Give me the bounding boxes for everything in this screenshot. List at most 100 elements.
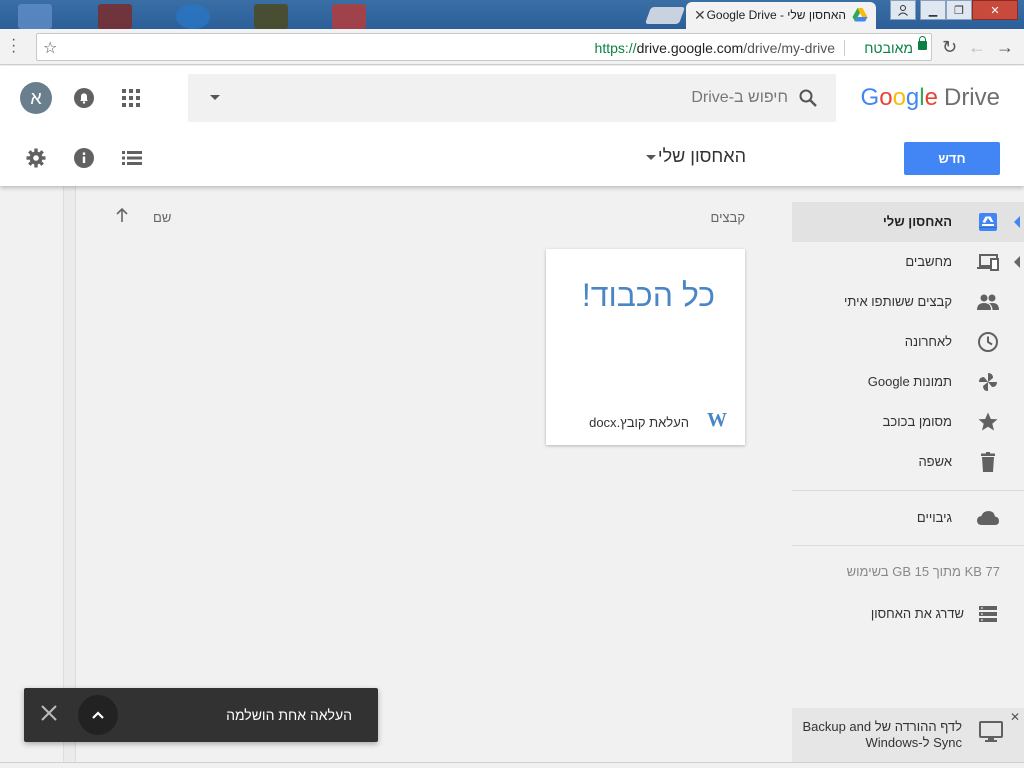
back-arrow-icon[interactable]: → xyxy=(996,37,1014,58)
background-app-thumb xyxy=(18,4,52,29)
tab-close-icon[interactable]: ✕ xyxy=(694,7,706,24)
list-view-icon[interactable] xyxy=(122,150,142,166)
google-drive-favicon-icon xyxy=(852,8,868,22)
cloud-icon xyxy=(977,511,999,525)
sidebar-item-computers[interactable]: מחשבים xyxy=(792,242,1024,282)
computers-icon xyxy=(977,254,999,271)
new-tab-button[interactable] xyxy=(644,7,686,24)
minimize-button[interactable]: ▁ xyxy=(920,0,946,20)
search-box xyxy=(188,74,836,122)
word-document-icon: W xyxy=(707,409,727,431)
sidebar-item-label: מסומן בכוכב xyxy=(882,414,952,429)
browser-tab-drive[interactable]: האחסון שלי - Google Drive ✕ xyxy=(686,2,876,29)
secure-label[interactable]: מאובטח xyxy=(864,40,913,56)
left-gutter xyxy=(0,186,64,768)
sort-arrow-up-icon[interactable] xyxy=(114,206,130,224)
sidebar-item-shared-with-me[interactable]: קבצים ששותפו איתי xyxy=(792,282,1024,322)
sidebar-item-trash[interactable]: אשפה xyxy=(792,442,1024,482)
google-drive-logo[interactable]: Google Drive xyxy=(861,84,1000,112)
desktop-monitor-icon xyxy=(979,721,1003,742)
star-icon xyxy=(978,412,998,431)
notifications-bell-icon[interactable] xyxy=(74,88,94,108)
sidebar-item-label: לאחרונה xyxy=(904,334,952,349)
sidebar-item-label: תמונות Google xyxy=(867,374,952,389)
file-preview-text: כל הכבוד! xyxy=(581,277,715,313)
apps-grid-icon[interactable] xyxy=(122,89,140,107)
storage-stack-icon xyxy=(979,606,997,622)
clock-icon xyxy=(978,332,998,352)
search-icon[interactable] xyxy=(798,88,818,108)
sidebar-item-my-drive[interactable]: האחסון שלי xyxy=(792,202,1024,242)
search-input[interactable] xyxy=(328,86,788,110)
url-scheme: https:// xyxy=(594,40,637,56)
url-path: /drive/my-drive xyxy=(743,40,835,56)
logo-google-text: Google xyxy=(860,84,938,111)
file-name: העלאת קובץ.docx xyxy=(589,415,689,430)
omnibox[interactable]: ☆ https://drive.google.com/drive/my-driv… xyxy=(36,33,932,61)
sidebar-item-google-photos[interactable]: תמונות Google xyxy=(792,362,1024,402)
my-drive-icon xyxy=(979,213,997,231)
breadcrumb[interactable]: האחסון שלי xyxy=(658,146,746,167)
snackbar-text: העלאה אחת הושלמה xyxy=(226,707,352,723)
files-section-label: קבצים xyxy=(710,210,745,225)
upgrade-storage-link[interactable]: שדרג את האחסון xyxy=(792,594,1024,634)
upload-complete-snackbar: העלאה אחת הושלמה xyxy=(24,688,378,742)
sidebar-item-label: קבצים ששותפו איתי xyxy=(844,294,952,309)
new-button[interactable]: חדש xyxy=(904,142,1000,175)
url-host: drive.google.com xyxy=(636,40,744,56)
file-card[interactable]: כל הכבוד! W העלאת קובץ.docx xyxy=(546,249,745,445)
sidebar-item-starred[interactable]: מסומן בכוכב xyxy=(792,402,1024,442)
background-app-thumb xyxy=(254,4,288,29)
sidebar-item-label: אשפה xyxy=(918,454,952,469)
expand-arrow-icon[interactable] xyxy=(1014,216,1020,228)
name-column-header[interactable]: שם xyxy=(153,210,171,225)
address-bar-row: · · · ☆ https://drive.google.com/drive/my-… xyxy=(0,29,1024,65)
tab-title: האחסון שלי - Google Drive xyxy=(706,8,846,22)
storage-usage-text: 77 KB מתוך 15 GB בשימוש xyxy=(846,564,1000,579)
lock-icon xyxy=(918,36,927,50)
sidebar-divider xyxy=(792,545,1024,546)
promo-close-icon[interactable]: ✕ xyxy=(1010,710,1020,724)
settings-gear-icon[interactable] xyxy=(26,148,46,168)
sidebar-item-label: האחסון שלי xyxy=(882,214,952,229)
sidebar-item-recent[interactable]: לאחרונה xyxy=(792,322,1024,362)
url-text[interactable]: https://drive.google.com/drive/my-drive xyxy=(595,40,835,56)
details-pane-edge xyxy=(64,186,76,768)
upgrade-storage-label: שדרג את האחסון xyxy=(870,606,964,621)
sidebar-divider xyxy=(792,490,1024,491)
info-icon[interactable] xyxy=(74,148,94,168)
close-window-button[interactable]: ✕ xyxy=(972,0,1018,20)
backup-sync-promo[interactable]: לדף ההורדה של Backup and Sync ל-Windows … xyxy=(792,708,1024,762)
close-icon[interactable] xyxy=(38,702,60,724)
trash-icon xyxy=(981,452,995,472)
sidebar: האחסון שלי מחשבים קבצים ששותפו איתי לאחר… xyxy=(792,186,1024,768)
photos-pinwheel-icon xyxy=(979,373,997,391)
browser-tab-strip: האחסון שלי - Google Drive ✕ ▁ ❐ ✕ xyxy=(0,0,1024,29)
sidebar-item-label: מחשבים xyxy=(905,254,952,269)
background-app-thumb xyxy=(332,4,366,29)
breadcrumb-dropdown-icon[interactable] xyxy=(646,155,656,160)
drive-header: GoogleDrive א חדש האחסון שלי xyxy=(0,66,1024,186)
background-app-thumb xyxy=(98,4,132,29)
shared-people-icon xyxy=(977,294,999,310)
logo-drive-text: Drive xyxy=(943,84,1000,111)
restore-button[interactable]: ❐ xyxy=(946,0,972,20)
background-app-thumb xyxy=(176,4,210,29)
snackbar-expand-button[interactable] xyxy=(78,695,118,735)
chevron-up-icon xyxy=(92,711,104,719)
sidebar-item-backups[interactable]: גיבויים xyxy=(792,498,1024,538)
sidebar-item-label: גיבויים xyxy=(916,510,952,525)
forward-arrow-icon[interactable]: ← xyxy=(968,37,986,58)
search-options-dropdown-icon[interactable] xyxy=(210,95,220,100)
promo-text[interactable]: לדף ההורדה של Backup and Sync ל-Windows xyxy=(802,719,962,751)
window-bottom-edge xyxy=(0,762,1024,768)
bookmark-star-icon[interactable]: ☆ xyxy=(43,38,57,58)
expand-arrow-icon[interactable] xyxy=(1014,256,1020,268)
avatar[interactable]: א xyxy=(20,82,52,114)
person-icon xyxy=(898,5,908,16)
omnibox-divider xyxy=(844,40,845,56)
browser-menu-icon[interactable]: · · · xyxy=(11,32,16,60)
user-profile-button[interactable] xyxy=(890,0,916,20)
reload-icon[interactable]: ↻ xyxy=(942,37,957,58)
file-list-area: קבצים שם כל הכבוד! W העלאת קובץ.docx xyxy=(76,186,792,768)
